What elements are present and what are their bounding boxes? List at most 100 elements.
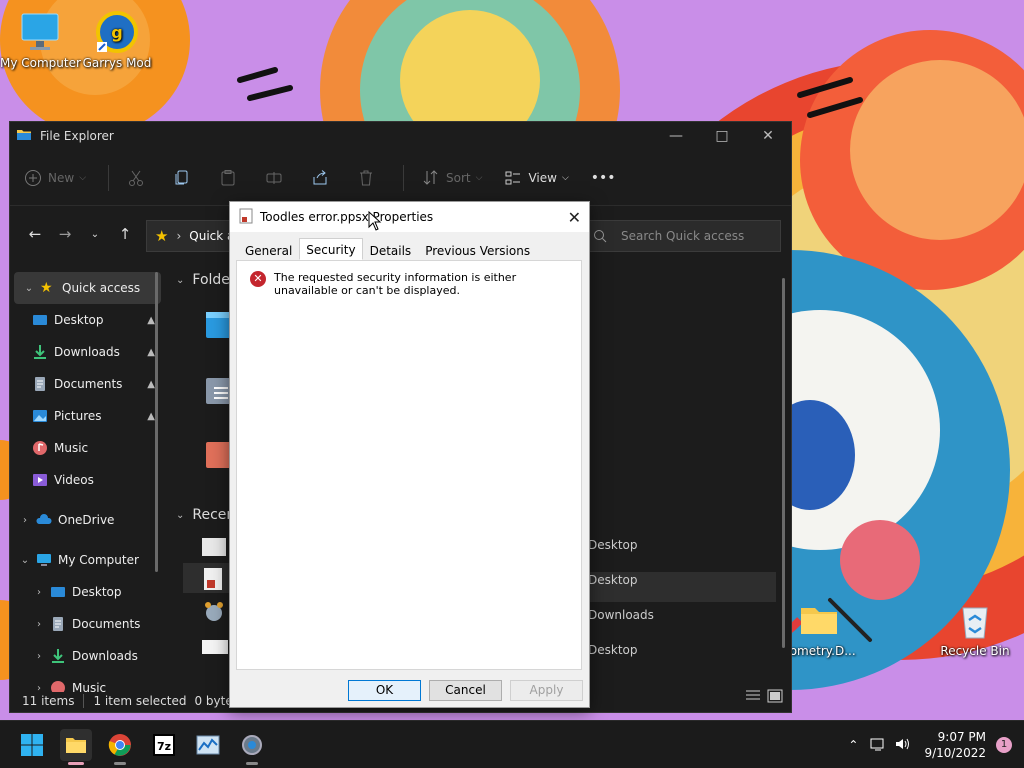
minimize-icon: — bbox=[669, 128, 683, 144]
sidebar-item-label: Downloads bbox=[54, 345, 120, 359]
delete-button[interactable] bbox=[357, 169, 381, 187]
error-message: The requested security information is ei… bbox=[274, 271, 517, 297]
svg-text:g: g bbox=[111, 23, 122, 42]
chevron-down-icon: ⌄ bbox=[176, 509, 185, 521]
desktop-icon-recycle-bin[interactable]: Recycle Bin bbox=[935, 598, 1015, 658]
view-button[interactable]: View ⌵ bbox=[504, 169, 569, 187]
desktop-icon-garrys-mod[interactable]: g Garrys Mod bbox=[77, 10, 157, 70]
status-item-count: 11 items bbox=[22, 694, 75, 708]
rename-button[interactable] bbox=[265, 169, 289, 187]
desktop-icon-label: Recycle Bin bbox=[940, 644, 1010, 658]
dialog-tabs: General Security Details Previous Versio… bbox=[238, 238, 537, 261]
sidebar-item-documents[interactable]: Documents ▲ bbox=[10, 368, 165, 400]
network-icon[interactable] bbox=[870, 736, 886, 755]
cut-button[interactable] bbox=[127, 169, 151, 187]
sort-button-label: Sort bbox=[446, 170, 471, 185]
address-bar[interactable]: ★ › Quick a bbox=[146, 220, 236, 252]
notification-badge[interactable]: 1 bbox=[996, 737, 1012, 753]
file-explorer-icon bbox=[66, 738, 86, 753]
scissors-icon bbox=[129, 170, 144, 186]
folders-section-header[interactable]: ⌄ Folder bbox=[176, 272, 236, 288]
dialog-titlebar[interactable]: Toodles error.ppsx Properties bbox=[230, 202, 589, 232]
desktop-icon-label: My Computer bbox=[0, 56, 81, 70]
music-folder-icon bbox=[206, 442, 236, 468]
ok-button[interactable]: OK bbox=[348, 680, 421, 701]
nav-scrollbar[interactable] bbox=[155, 272, 158, 572]
tab-previous-versions[interactable]: Previous Versions bbox=[418, 239, 537, 261]
close-icon: ✕ bbox=[762, 128, 774, 144]
chevron-up-icon[interactable]: ⌃ bbox=[848, 738, 858, 752]
folder-tile[interactable] bbox=[206, 438, 236, 475]
recent-locations-button[interactable]: ⌄ bbox=[80, 229, 110, 240]
sidebar-item-computer-music[interactable]: › Music bbox=[10, 672, 165, 692]
taskbar-chrome[interactable] bbox=[104, 729, 136, 765]
search-placeholder: Search Quick access bbox=[621, 229, 745, 243]
folder-app-icon bbox=[16, 127, 32, 146]
tab-security[interactable]: Security bbox=[299, 238, 363, 260]
sidebar-item-label: Music bbox=[54, 441, 89, 455]
share-button[interactable] bbox=[311, 169, 335, 187]
window-controls: — □ ✕ bbox=[653, 122, 791, 150]
recycle-bin-icon bbox=[953, 598, 997, 642]
taskbar-file-explorer[interactable] bbox=[60, 729, 92, 765]
sort-button[interactable]: Sort ⌵ bbox=[422, 169, 482, 187]
back-button[interactable]: ← bbox=[20, 225, 50, 243]
tab-details[interactable]: Details bbox=[363, 239, 419, 261]
close-button[interactable]: ✕ bbox=[745, 122, 791, 150]
properties-dialog[interactable]: Toodles error.ppsx Properties ✕ General … bbox=[229, 201, 590, 708]
toolbar-separator bbox=[108, 164, 110, 191]
pin-icon: ▲ bbox=[147, 346, 155, 358]
desktop-icon-my-computer[interactable]: My Computer bbox=[0, 10, 81, 70]
cancel-button[interactable]: Cancel bbox=[429, 680, 502, 701]
apply-button[interactable]: Apply bbox=[510, 680, 583, 701]
music-icon bbox=[50, 680, 66, 692]
star-icon: ★ bbox=[40, 280, 53, 296]
tiles-view-icon[interactable] bbox=[767, 689, 783, 706]
minimize-button[interactable]: — bbox=[653, 122, 699, 150]
recent-location: Desktop bbox=[588, 643, 638, 657]
document-icon bbox=[50, 616, 66, 632]
sidebar-item-videos[interactable]: Videos bbox=[10, 464, 165, 496]
sidebar-item-desktop[interactable]: Desktop ▲ bbox=[10, 304, 165, 336]
status-bar: 11 items 1 item selected 0 bytes bbox=[22, 694, 239, 708]
chevron-right-icon: › bbox=[37, 682, 41, 693]
sidebar-item-onedrive[interactable]: › OneDrive bbox=[10, 504, 165, 536]
recent-section-header[interactable]: ⌄ Recen bbox=[176, 507, 235, 523]
rename-icon bbox=[266, 171, 282, 184]
folder-tile[interactable] bbox=[206, 374, 236, 411]
sidebar-item-quick-access[interactable]: ⌄ ★ Quick access bbox=[14, 272, 161, 304]
search-icon bbox=[593, 229, 607, 246]
trash-icon bbox=[360, 170, 373, 185]
dialog-close-button[interactable]: ✕ bbox=[568, 208, 581, 227]
sidebar-item-my-computer[interactable]: ⌄ My Computer bbox=[10, 544, 165, 576]
taskbar-settings[interactable] bbox=[236, 729, 268, 765]
sidebar-item-computer-downloads[interactable]: › Downloads bbox=[10, 640, 165, 672]
taskbar-7zip[interactable]: 7z bbox=[148, 729, 180, 761]
download-icon bbox=[32, 344, 48, 360]
maximize-button[interactable]: □ bbox=[699, 122, 745, 150]
sidebar-item-pictures[interactable]: Pictures ▲ bbox=[10, 400, 165, 432]
sidebar-item-label: Music bbox=[72, 681, 107, 692]
copy-button[interactable] bbox=[173, 169, 197, 187]
sidebar-item-computer-desktop[interactable]: › Desktop bbox=[10, 576, 165, 608]
new-button[interactable]: New ⌵ bbox=[24, 169, 86, 187]
sidebar-item-music[interactable]: Music bbox=[10, 432, 165, 464]
search-input[interactable]: Search Quick access bbox=[580, 220, 781, 252]
sidebar-item-computer-documents[interactable]: › Documents bbox=[10, 608, 165, 640]
paste-button[interactable] bbox=[219, 169, 243, 187]
taskbar-task-manager[interactable] bbox=[192, 729, 224, 761]
content-scrollbar[interactable] bbox=[782, 278, 785, 648]
sidebar-item-downloads[interactable]: Downloads ▲ bbox=[10, 336, 165, 368]
start-button[interactable] bbox=[16, 729, 48, 761]
forward-button[interactable]: → bbox=[50, 225, 80, 243]
desktop-icon-label: Garrys Mod bbox=[82, 56, 152, 70]
details-view-icon[interactable] bbox=[745, 689, 761, 706]
running-indicator bbox=[246, 762, 258, 765]
folder-tile[interactable] bbox=[206, 308, 236, 345]
tab-general[interactable]: General bbox=[238, 239, 299, 261]
up-button[interactable]: ↑ bbox=[110, 225, 140, 243]
presentation-file-icon bbox=[239, 208, 253, 227]
volume-icon[interactable] bbox=[894, 736, 910, 755]
more-options-button[interactable]: ••• bbox=[591, 170, 616, 186]
clock[interactable]: 9:07 PM 9/10/2022 bbox=[924, 729, 986, 761]
